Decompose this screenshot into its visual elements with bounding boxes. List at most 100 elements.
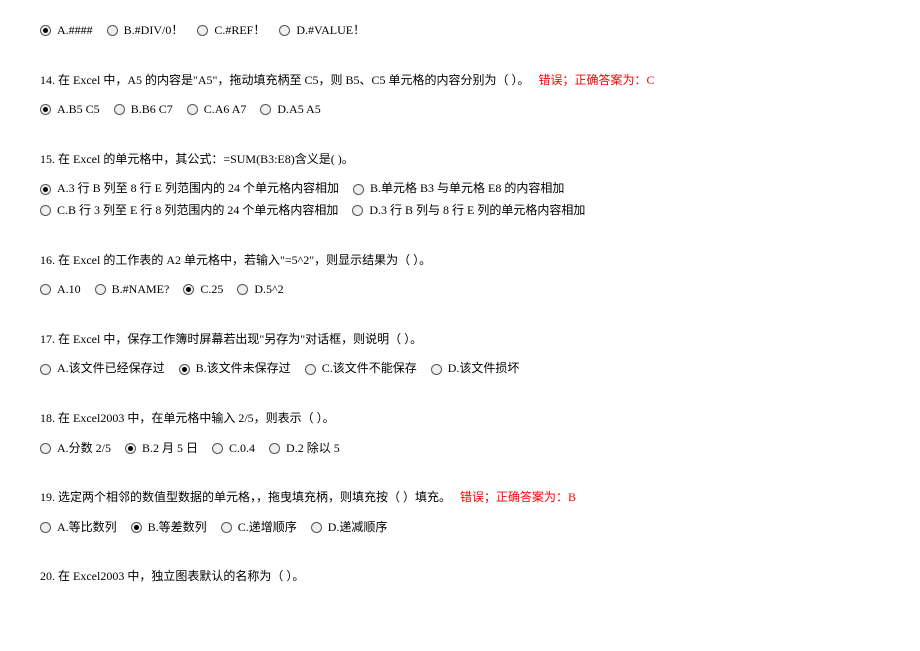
option-b[interactable]: B.该文件未保存过	[179, 358, 291, 380]
option-label: C.#REF！	[214, 20, 265, 42]
option-a[interactable]: A.等比数列	[40, 517, 117, 539]
option-d[interactable]: D.3 行 B 列与 8 行 E 列的单元格内容相加	[352, 200, 585, 222]
option-label: B.2 月 5 日	[142, 438, 198, 460]
options-row: A.10 B.#NAME? C.25 D.5^2	[40, 279, 880, 301]
radio-icon[interactable]	[269, 443, 280, 454]
radio-icon[interactable]	[114, 104, 125, 115]
option-d[interactable]: D.该文件损坏	[431, 358, 520, 380]
radio-icon[interactable]	[260, 104, 271, 115]
options-row: A.B5 C5 B.B6 C7 C.A6 A7 D.A5 A5	[40, 99, 880, 121]
option-c[interactable]: C.B 行 3 列至 E 行 8 列范围内的 24 个单元格内容相加	[40, 200, 338, 222]
question-14: 14. 在 Excel 中，A5 的内容是"A5"，拖动填充柄至 C5，则 B5…	[40, 70, 880, 121]
options-row: A.#### B.#DIV/0！ C.#REF！ D.#VALUE！	[40, 20, 880, 42]
option-b[interactable]: B.2 月 5 日	[125, 438, 198, 460]
option-d[interactable]: D.5^2	[237, 279, 283, 301]
question-15: 15. 在 Excel 的单元格中，其公式：=SUM(B3:E8)含义是( )。…	[40, 149, 880, 222]
option-a[interactable]: A.分数 2/5	[40, 438, 111, 460]
option-label: A.B5 C5	[57, 99, 100, 121]
option-b[interactable]: B.B6 C7	[114, 99, 173, 121]
option-label: A.分数 2/5	[57, 438, 111, 460]
radio-icon[interactable]	[40, 205, 51, 216]
question-text: 17. 在 Excel 中，保存工作簿时屏幕若出现"另存为"对话框，则说明（ ）…	[40, 329, 880, 351]
option-a[interactable]: A.B5 C5	[40, 99, 100, 121]
option-a[interactable]: A.3 行 B 列至 8 行 E 列范围内的 24 个单元格内容相加	[40, 178, 339, 200]
question-text: 19. 选定两个相邻的数值型数据的单元格，，拖曳填充柄，则填充按（ ）填充。	[40, 490, 451, 504]
option-a[interactable]: A.该文件已经保存过	[40, 358, 165, 380]
options-row: A.等比数列 B.等差数列 C.递增顺序 D.递减顺序	[40, 517, 880, 539]
answer-feedback: 错误；正确答案为：B	[460, 490, 576, 504]
radio-icon[interactable]	[40, 104, 51, 115]
radio-icon[interactable]	[125, 443, 136, 454]
radio-icon[interactable]	[40, 184, 51, 195]
option-c[interactable]: C.该文件不能保存	[305, 358, 417, 380]
option-label: D.#VALUE！	[296, 20, 365, 42]
question-text: 16. 在 Excel 的工作表的 A2 单元格中，若输入"=5^2"，则显示结…	[40, 250, 880, 272]
radio-icon[interactable]	[353, 184, 364, 195]
option-d[interactable]: D.递减顺序	[311, 517, 388, 539]
question-17: 17. 在 Excel 中，保存工作簿时屏幕若出现"另存为"对话框，则说明（ ）…	[40, 329, 880, 380]
option-label: A.####	[57, 20, 93, 42]
radio-icon[interactable]	[40, 284, 51, 295]
question-text-row: 19. 选定两个相邻的数值型数据的单元格，，拖曳填充柄，则填充按（ ）填充。 错…	[40, 487, 880, 509]
option-a[interactable]: A.####	[40, 20, 93, 42]
radio-icon[interactable]	[40, 522, 51, 533]
option-label: D.5^2	[254, 279, 283, 301]
option-a[interactable]: A.10	[40, 279, 81, 301]
option-label: C.A6 A7	[204, 99, 247, 121]
radio-icon[interactable]	[221, 522, 232, 533]
option-b[interactable]: B.#NAME?	[95, 279, 170, 301]
radio-icon[interactable]	[187, 104, 198, 115]
option-c[interactable]: C.25	[183, 279, 223, 301]
option-label: C.25	[200, 279, 223, 301]
radio-icon[interactable]	[305, 364, 316, 375]
option-c[interactable]: C.递增顺序	[221, 517, 297, 539]
radio-icon[interactable]	[279, 25, 290, 36]
question-text: 14. 在 Excel 中，A5 的内容是"A5"，拖动填充柄至 C5，则 B5…	[40, 73, 529, 87]
option-label: B.#NAME?	[112, 279, 170, 301]
radio-icon[interactable]	[179, 364, 190, 375]
option-d[interactable]: D.2 除以 5	[269, 438, 340, 460]
option-label: C.该文件不能保存	[322, 358, 417, 380]
radio-icon[interactable]	[40, 25, 51, 36]
radio-icon[interactable]	[237, 284, 248, 295]
option-b[interactable]: B.#DIV/0！	[107, 20, 184, 42]
option-label: B.等差数列	[148, 517, 207, 539]
option-c[interactable]: C.A6 A7	[187, 99, 247, 121]
option-label: C.B 行 3 列至 E 行 8 列范围内的 24 个单元格内容相加	[57, 200, 338, 222]
option-label: A.3 行 B 列至 8 行 E 列范围内的 24 个单元格内容相加	[57, 178, 339, 200]
option-label: D.3 行 B 列与 8 行 E 列的单元格内容相加	[369, 200, 585, 222]
option-label: B.B6 C7	[131, 99, 173, 121]
radio-icon[interactable]	[352, 205, 363, 216]
option-b[interactable]: B.等差数列	[131, 517, 207, 539]
question-16: 16. 在 Excel 的工作表的 A2 单元格中，若输入"=5^2"，则显示结…	[40, 250, 880, 301]
option-b[interactable]: B.单元格 B3 与单元格 E8 的内容相加	[353, 178, 564, 200]
question-19: 19. 选定两个相邻的数值型数据的单元格，，拖曳填充柄，则填充按（ ）填充。 错…	[40, 487, 880, 538]
option-label: B.该文件未保存过	[196, 358, 291, 380]
option-label: A.等比数列	[57, 517, 117, 539]
option-d[interactable]: D.#VALUE！	[279, 20, 365, 42]
option-label: A.该文件已经保存过	[57, 358, 165, 380]
option-label: D.递减顺序	[328, 517, 388, 539]
option-label: D.该文件损坏	[448, 358, 520, 380]
radio-icon[interactable]	[197, 25, 208, 36]
radio-icon[interactable]	[183, 284, 194, 295]
question-text: 18. 在 Excel2003 中，在单元格中输入 2/5，则表示（ ）。	[40, 408, 880, 430]
option-label: A.10	[57, 279, 81, 301]
question-text-row: 14. 在 Excel 中，A5 的内容是"A5"，拖动填充柄至 C5，则 B5…	[40, 70, 880, 92]
radio-icon[interactable]	[131, 522, 142, 533]
question-text: 15. 在 Excel 的单元格中，其公式：=SUM(B3:E8)含义是( )。	[40, 149, 880, 171]
question-20: 20. 在 Excel2003 中，独立图表默认的名称为（ ）。	[40, 566, 880, 588]
radio-icon[interactable]	[311, 522, 322, 533]
option-c[interactable]: C.#REF！	[197, 20, 265, 42]
option-label: D.A5 A5	[277, 99, 320, 121]
radio-icon[interactable]	[107, 25, 118, 36]
radio-icon[interactable]	[95, 284, 106, 295]
option-d[interactable]: D.A5 A5	[260, 99, 320, 121]
radio-icon[interactable]	[40, 364, 51, 375]
radio-icon[interactable]	[40, 443, 51, 454]
option-label: B.#DIV/0！	[124, 20, 184, 42]
option-c[interactable]: C.0.4	[212, 438, 255, 460]
radio-icon[interactable]	[212, 443, 223, 454]
radio-icon[interactable]	[431, 364, 442, 375]
options-row: A.3 行 B 列至 8 行 E 列范围内的 24 个单元格内容相加 B.单元格…	[40, 178, 880, 221]
